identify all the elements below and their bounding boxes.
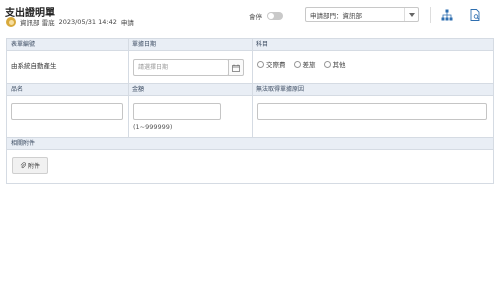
amount-input[interactable]: [133, 103, 221, 120]
hold-toggle-group: 會停: [249, 11, 283, 21]
attach-button-label: 附件: [27, 163, 40, 170]
category-option-entertainment[interactable]: 交際費: [257, 59, 286, 69]
hold-toggle[interactable]: [267, 12, 283, 20]
column-divider: [128, 39, 129, 137]
timestamp: 2023/05/31 14:42: [58, 18, 117, 26]
department-select[interactable]: 申請部門：資訊部: [305, 7, 419, 22]
expense-form: 表單編號 單據日期 科目 由系統自動產生 請選擇日期 交際費 差旅 其他 品名 …: [6, 38, 494, 184]
status-text: 申請: [120, 19, 134, 27]
reason-header: 無法取得單據原因: [252, 84, 493, 96]
calendar-icon: [232, 64, 240, 72]
category-option-travel[interactable]: 差旅: [293, 59, 316, 69]
category-option-other[interactable]: 其他: [323, 59, 346, 69]
attach-button[interactable]: 附件: [12, 157, 48, 174]
amount-hint: (1~999999): [133, 123, 173, 131]
toggle-label: 會停: [249, 13, 262, 21]
header-divider: [430, 7, 431, 23]
avatar: [6, 17, 16, 27]
item-name-header: 品名: [7, 84, 128, 96]
submitter-info: 資訊部 雷底 2023/05/31 14:42 申請: [6, 17, 134, 27]
paperclip-icon: [20, 162, 26, 169]
category-radio-group: 交際費 差旅 其他: [257, 59, 351, 69]
org-chart-icon[interactable]: [441, 9, 453, 21]
calendar-button[interactable]: [228, 59, 244, 76]
radio-button[interactable]: [293, 60, 301, 68]
radio-button[interactable]: [257, 60, 264, 68]
item-name-input[interactable]: [11, 103, 123, 120]
column-divider: [252, 39, 253, 137]
chevron-down-icon: [404, 8, 418, 21]
amount-header: 金額: [128, 84, 252, 96]
doc-number-header: 表單編號: [7, 39, 128, 51]
doc-number-value: 由系統自動產生: [11, 62, 57, 70]
date-input[interactable]: 請選擇日期: [133, 59, 229, 76]
author-name: 資訊部 雷底: [20, 19, 55, 27]
attachments-header: 相關附件: [7, 138, 493, 150]
doc-date-header: 單據日期: [128, 39, 252, 51]
reason-input[interactable]: [257, 103, 487, 120]
department-select-value: 申請部門：資訊部: [310, 11, 362, 20]
document-search-icon[interactable]: [470, 9, 481, 21]
date-placeholder: 請選擇日期: [138, 64, 169, 71]
radio-button[interactable]: [323, 60, 331, 68]
category-header: 科目: [252, 39, 493, 51]
